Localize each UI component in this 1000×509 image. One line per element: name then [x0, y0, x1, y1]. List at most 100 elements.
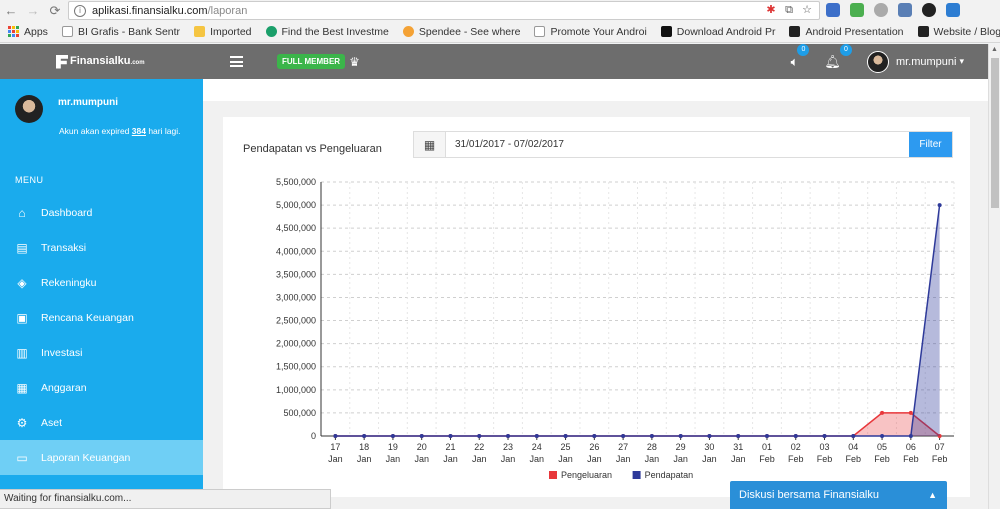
x-tick-label-day: 06	[906, 442, 916, 452]
sidebar-item-label: Laporan Keuangan	[41, 451, 131, 464]
brand-suffix: .com	[130, 59, 145, 66]
x-tick-label-day: 20	[417, 442, 427, 452]
scroll-up-icon[interactable]: ▲	[989, 44, 1000, 56]
bookmark-download-android[interactable]: Download Android Pr	[660, 26, 775, 38]
star-icon[interactable]: ☆	[801, 4, 813, 16]
bookmark-label: Spendee - See where	[418, 25, 521, 38]
member-badge: FULL MEMBER	[277, 54, 346, 69]
bookmarks-bar: Apps BI Grafis - Bank Sentr Imported Fin…	[0, 21, 1000, 43]
y-tick-label: 0	[311, 431, 316, 441]
bookmark-bi-grafis[interactable]: BI Grafis - Bank Sentr	[61, 26, 180, 38]
avatar[interactable]	[866, 50, 889, 73]
bookmark-apps[interactable]: Apps	[8, 26, 48, 38]
forward-icon[interactable]: →	[22, 3, 44, 18]
data-point-pendapatan	[448, 434, 453, 438]
layers-icon: ◈	[17, 275, 27, 290]
x-tick-label-day: 03	[820, 442, 830, 452]
page-icon	[61, 26, 73, 37]
x-tick-label-day: 05	[877, 442, 887, 452]
data-point-pendapatan	[649, 434, 654, 438]
bookmark-imported[interactable]: Imported	[194, 26, 252, 38]
extension-icon-4[interactable]	[898, 3, 912, 17]
x-tick-label-month: Jan	[645, 454, 660, 464]
x-tick-label-month: Jan	[587, 454, 602, 464]
calendar-icon[interactable]: ▦	[414, 132, 446, 157]
extension-icon-3[interactable]	[874, 3, 888, 17]
data-point-pendapatan	[534, 434, 539, 438]
extension-puzzle-icon[interactable]: ✱	[765, 4, 777, 16]
data-point-pendapatan	[477, 434, 482, 438]
sidebar-item-label: Aset	[41, 416, 63, 429]
data-point-pendapatan	[563, 434, 568, 438]
translate-icon[interactable]: ⧉	[783, 4, 795, 16]
profile-name: mr.mumpuni	[58, 97, 119, 108]
user-menu-name[interactable]: mr.mumpuni	[896, 56, 957, 68]
speaker-icon[interactable]: 🔈︎ 0	[791, 43, 810, 70]
x-tick-label-day: 04	[848, 442, 858, 452]
sidebar-item-dashboard[interactable]: ⌂ Dashboard	[0, 195, 203, 230]
page-scrollbar[interactable]: ▲	[988, 44, 1000, 509]
x-tick-label-day: 01	[762, 442, 772, 452]
x-tick-label-month: Feb	[932, 454, 948, 464]
sidebar-item-investasi[interactable]: ▥ Investasi	[0, 335, 203, 370]
chat-widget[interactable]: Diskusi bersama Finansialku ▲	[730, 481, 947, 509]
scroll-thumb[interactable]	[991, 58, 999, 208]
folder-icon: ▭	[16, 450, 28, 465]
back-icon[interactable]: ←	[0, 3, 22, 18]
chat-label: Diskusi bersama Finansialku	[739, 489, 879, 501]
x-tick-label-month: Jan	[530, 454, 545, 464]
sidebar-item-label: Dashboard	[41, 206, 93, 219]
y-tick-label: 5,000,000	[276, 200, 316, 210]
filter-button[interactable]: Filter	[909, 132, 952, 157]
data-point-pengeluaran	[880, 410, 885, 415]
info-icon[interactable]: i	[74, 4, 86, 17]
chevron-down-icon[interactable]: ▾	[959, 56, 964, 67]
crown-icon: ♛	[349, 54, 360, 69]
address-bar[interactable]: i aplikasi.finansialku.com/laporan ✱ ⧉ ☆	[68, 1, 820, 20]
transaksi-icon: ▤	[16, 240, 28, 255]
brand-logo[interactable]: Finansialku.com	[0, 44, 203, 79]
chevron-up-icon[interactable]: ▲	[928, 490, 937, 500]
x-tick-label-day: 21	[445, 442, 455, 452]
bookmark-spendee[interactable]: Spendee - See where	[402, 25, 521, 38]
sidebar-item-laporan-keuangan[interactable]: ▭ Laporan Keuangan	[0, 440, 203, 475]
sidebar-menu: ⌂ Dashboard ▤ Transaksi ◈ Rekeningku ▣ Renca…	[0, 195, 203, 475]
x-tick-label-day: 29	[676, 442, 686, 452]
data-point-pendapatan	[333, 434, 338, 438]
sidebar-item-transaksi[interactable]: ▤ Transaksi	[0, 230, 203, 265]
x-tick-label-day: 26	[589, 442, 599, 452]
reload-icon[interactable]: ⟳	[44, 3, 66, 19]
top-strip	[203, 79, 988, 101]
extension-icon-1[interactable]	[826, 3, 840, 17]
folder-icon	[194, 26, 206, 37]
extension-icon-2[interactable]	[850, 3, 864, 17]
site-icon	[789, 26, 801, 37]
bookmark-find-investment[interactable]: Find the Best Investme	[265, 25, 389, 38]
hamburger-menu-icon[interactable]	[230, 56, 243, 67]
site-icon	[917, 26, 929, 37]
browser-toolbar: ← → ⟳ i aplikasi.finansialku.com/laporan…	[0, 0, 1000, 21]
dashboard-icon: ⌂	[18, 205, 26, 220]
extension-icon-6[interactable]	[946, 3, 960, 17]
sidebar-item-rencana-keuangan[interactable]: ▣ Rencana Keuangan	[0, 300, 203, 335]
bookmark-android-presentation[interactable]: Android Presentation	[789, 26, 904, 38]
date-range-picker: ▦ 31/01/2017 - 07/02/2017 Filter	[413, 131, 953, 158]
sidebar-item-anggaran[interactable]: ▦ Anggaran	[0, 370, 203, 405]
x-tick-label-month: Jan	[616, 454, 631, 464]
data-point-pendapatan	[621, 434, 626, 438]
extension-icon-5[interactable]	[922, 3, 936, 17]
bell-icon[interactable]: 🔔︎ 0	[824, 43, 852, 70]
y-tick-label: 2,500,000	[276, 316, 316, 326]
bookmark-promote-android[interactable]: Promote Your Androi	[534, 26, 647, 38]
bookmark-website-blog[interactable]: Website / Blog / E-cor	[917, 26, 1000, 38]
x-tick-label-day: 28	[647, 442, 657, 452]
site-icon	[402, 26, 414, 37]
sidebar-item-rekeningku[interactable]: ◈ Rekeningku	[0, 265, 203, 300]
bookmark-label: Find the Best Investme	[281, 25, 389, 38]
logo-icon	[56, 54, 68, 69]
x-tick-label-month: Feb	[846, 454, 862, 464]
sidebar-item-aset[interactable]: ⚙ Aset	[0, 405, 203, 440]
data-point-pendapatan	[707, 434, 712, 438]
data-point-pendapatan	[419, 434, 424, 438]
date-range-input[interactable]: 31/01/2017 - 07/02/2017	[446, 132, 909, 157]
